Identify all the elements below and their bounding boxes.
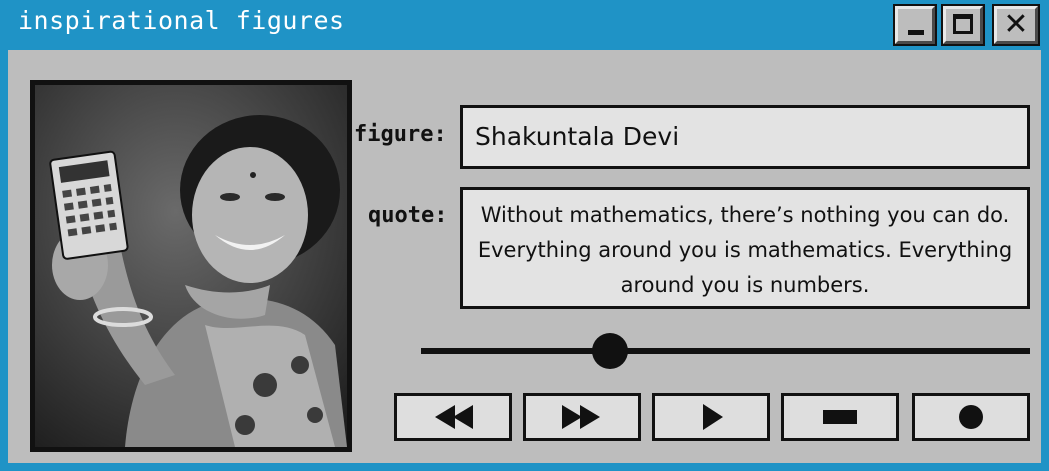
maximize-icon: [953, 14, 973, 34]
window-body: figure: Shakuntala Devi quote: Without m…: [8, 50, 1041, 463]
close-icon: ✕: [1003, 7, 1029, 42]
fast-forward-icon: [562, 405, 600, 429]
play-button[interactable]: [652, 393, 770, 441]
quote-field[interactable]: Without mathematics, there’s nothing you…: [460, 187, 1030, 309]
minimize-icon: [908, 30, 924, 35]
play-icon: [703, 404, 723, 430]
title-bar[interactable]: inspirational figures ✕: [0, 0, 1049, 50]
rewind-icon: [435, 405, 473, 429]
figure-field[interactable]: Shakuntala Devi: [460, 105, 1030, 169]
slider-track[interactable]: [421, 348, 1030, 354]
close-button[interactable]: ✕: [992, 4, 1040, 46]
slider-thumb[interactable]: [591, 333, 628, 369]
quote-label: quote:: [368, 203, 448, 228]
rewind-button[interactable]: [394, 393, 512, 441]
portrait-image: [35, 85, 347, 447]
stop-icon: [823, 410, 857, 424]
window-title: inspirational figures: [18, 6, 345, 35]
maximize-button[interactable]: [941, 4, 985, 46]
minimize-button[interactable]: [893, 4, 937, 46]
record-icon: [959, 405, 983, 429]
stop-button[interactable]: [781, 393, 899, 441]
app-window: inspirational figures ✕ figure: Shakunta…: [0, 0, 1049, 471]
fast-forward-button[interactable]: [523, 393, 641, 441]
record-button[interactable]: [912, 393, 1030, 441]
figure-label: figure:: [354, 122, 447, 147]
portrait-photo: [30, 80, 352, 452]
